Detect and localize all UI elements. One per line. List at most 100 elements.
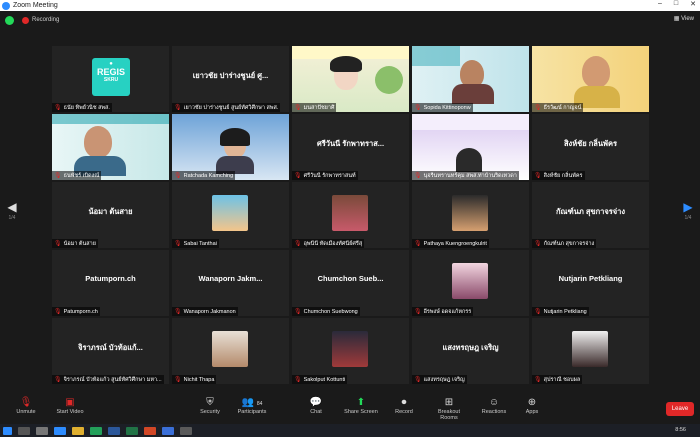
search-icon[interactable] (18, 426, 30, 435)
excel-icon[interactable] (126, 426, 138, 435)
participant-name: นุจรีนทรานทร์คุม สพส.ท่าบ้านริดเทวดา (423, 172, 517, 179)
participant-name: ธนัย ทิพย์วนิช สพส. (63, 104, 110, 111)
participant-name-label: 🎙 ธนพัชร์ เบิดงณ์ (52, 171, 102, 180)
windows-taskbar: 8:56 (0, 424, 700, 437)
zoom-taskbar-icon[interactable] (162, 426, 174, 435)
logo-subtext: SKRU (103, 77, 119, 83)
participant-name: ธีรวัฒน์ กาญจน์ (543, 104, 582, 111)
participant-tile[interactable]: 🎙 Sakolput Kottunti (292, 318, 409, 384)
chrome-icon[interactable] (90, 426, 102, 435)
view-button[interactable]: ▦ View (674, 15, 694, 22)
muted-mic-icon: 🎙 (534, 173, 542, 179)
participant-name: Nutjarin Petkliang (543, 308, 587, 315)
participant-display-name: เยาวชัย ปาร่างชูนย์ ศู... (192, 71, 269, 80)
zoom-logo-icon (2, 1, 10, 10)
participant-display-name: Chumchon Sueb... (317, 274, 384, 283)
window-titlebar: Zoom Meeting – □ ✕ (0, 0, 700, 11)
participant-name: Chumchon Suebwong (303, 308, 358, 315)
breakout-rooms-icon: ⊞ (444, 397, 454, 408)
participants-icon: 👥 84 (241, 397, 263, 408)
participant-tile[interactable]: 🎙 Nichit Thapa (172, 318, 289, 384)
participants-count: 84 (256, 401, 263, 407)
participant-name: Sakolput Kottunti (303, 376, 346, 383)
security-shield-icon[interactable] (5, 15, 14, 25)
participant-name: Nichit Thapa (183, 376, 215, 383)
participant-tile[interactable]: 🎙 Pathaya Kuengroengkulrit (412, 182, 529, 248)
participant-name: ศรีวันนี รักพาทราสนท์ (303, 172, 356, 179)
muted-mic-icon: 🎙 (294, 309, 302, 315)
microphone-muted-icon: 🎙 (19, 397, 33, 408)
apps-icon: ⊕ (527, 397, 537, 408)
breakout-rooms-button[interactable]: ⊞ Breakout Rooms (429, 396, 469, 421)
participant-tile[interactable]: 🎙 Ratchada Kamching (172, 114, 289, 180)
leave-button[interactable]: Leave (666, 402, 694, 416)
security-button[interactable]: ⛨ Security (190, 396, 230, 415)
participant-name-label: 🎙 ธีรวัฒน์ กาญจน์ (532, 103, 584, 112)
start-video-button[interactable]: ▣ Start Video (50, 396, 90, 415)
participant-name-label: 🎙 Pathaya Kuengroengkulrit (412, 239, 489, 248)
muted-mic-icon: 🎙 (534, 309, 542, 315)
participant-name-label: 🎙 จิราภรณ์ บัวท้อแก้ว สูนย์ทัศวิศึกษา มหา… (52, 375, 164, 384)
window-title: Zoom Meeting (13, 2, 58, 9)
participant-tile[interactable]: สิงห์ชัย กลิ่นพัคร 🎙 สิงห์ชัย กลิ่นพัคร (532, 114, 649, 180)
edge-icon[interactable] (54, 426, 66, 435)
participant-tile[interactable]: 🎙 ธีรวัฒน์ กาญจน์ (532, 46, 649, 112)
participant-name-label: 🎙 สิงห์ชัย กลิ่นพัคร (532, 171, 585, 180)
previous-page-button[interactable]: ◀ 1/4 (4, 200, 20, 221)
participant-display-name: Patumporn.ch (85, 274, 136, 283)
powerpoint-icon[interactable] (144, 426, 156, 435)
participant-tile[interactable]: Chumchon Sueb... 🎙 Chumchon Suebwong (292, 250, 409, 316)
file-explorer-icon[interactable] (72, 426, 84, 435)
participant-tile[interactable]: 🎙 อุพนีนี ทัดเมืองทัศนีย์ศรีสุ (292, 182, 409, 248)
participant-tile[interactable]: 🎙 มนสาปัชยาศิ (292, 46, 409, 112)
participant-tile[interactable]: Nutjarin Petkliang 🎙 Nutjarin Petkliang (532, 250, 649, 316)
participant-tile[interactable]: Wanaporn Jakm... 🎙 Wanaporn Jakmanon (172, 250, 289, 316)
close-button[interactable]: ✕ (690, 0, 696, 8)
muted-mic-icon: 🎙 (534, 105, 542, 111)
apps-button[interactable]: ⊕ Apps (512, 396, 552, 415)
participant-avatar (452, 263, 488, 299)
participant-name-label: 🎙 อีรพงษ์ อดจแก้หกรร (412, 307, 474, 316)
muted-mic-icon: 🎙 (414, 309, 422, 315)
participant-name-label: 🎙 Nutjarin Petkliang (532, 307, 589, 316)
toolbar-label: Unmute (16, 409, 36, 415)
recording-label: Recording (32, 17, 60, 23)
participant-tile[interactable]: น้อมา ต้นสาย 🎙 น้อมา ต้นสาย (52, 182, 169, 248)
participant-tile[interactable]: แสงทรฤษฎ เจริญ 🎙 แสงทรฤษฎ เจริญ (412, 318, 529, 384)
participant-tile[interactable]: 🎙 สุปราณี ชอบผล (532, 318, 649, 384)
participant-tile[interactable]: 🎙 ธนพัชร์ เบิดงณ์ (52, 114, 169, 180)
muted-mic-icon: 🎙 (174, 241, 182, 247)
participant-name: Patumporn.ch (63, 308, 98, 315)
taskbar-clock: 8:56 (675, 427, 686, 433)
participant-tile[interactable]: ● REGIS SKRU 🎙 ธนัย ทิพย์วนิช สพส. (52, 46, 169, 112)
chat-button[interactable]: 💬 Chat (296, 396, 336, 415)
participant-tile[interactable]: เยาวชัย ปาร่างชูนย์ ศู... 🎙 เยาวชัย ปาร่าง… (172, 46, 289, 112)
unmute-button[interactable]: 🎙 Unmute (6, 396, 46, 415)
next-page-button[interactable]: ▶ 1/4 (680, 200, 696, 221)
participant-name-label: 🎙 อุพนีนี ทัดเมืองทัศนีย์ศรีสุ (292, 239, 365, 248)
participant-name-label: 🎙 น้อมา ต้นสาย (52, 239, 98, 248)
participant-tile[interactable]: 🎙 อีรพงษ์ อดจแก้หกรร (412, 250, 529, 316)
participant-tile[interactable]: 🎙 Sopida Kittinoponw (412, 46, 529, 112)
participant-name: สุปราณี ชอบผล (543, 376, 581, 383)
view-label: View (681, 16, 694, 22)
participant-tile[interactable]: Patumporn.ch 🎙 Patumporn.ch (52, 250, 169, 316)
task-view-icon[interactable] (36, 426, 48, 435)
participant-tile[interactable]: 🎙 นุจรีนทรานทร์คุม สพส.ท่าบ้านริดเทวดา (412, 114, 529, 180)
word-icon[interactable] (108, 426, 120, 435)
toolbar-label: Record (395, 409, 413, 415)
minimize-button[interactable]: – (658, 0, 662, 8)
participant-tile[interactable]: ศรีวันนี รักพาทราส... 🎙 ศรีวันนี รักพาทราส… (292, 114, 409, 180)
participant-name: มนสาปัชยาศิ (303, 104, 335, 111)
participant-tile[interactable]: จิราภรณ์ บัวท้อแก้... 🎙 จิราภรณ์ บัวท้อแก้… (52, 318, 169, 384)
share-screen-button[interactable]: ⬆ Share Screen (341, 396, 381, 415)
participant-tile[interactable]: กัณฑ์นภ สุขกาจรจ่าง 🎙 กัณฑ์นภ สุขกาจรจ่าง (532, 182, 649, 248)
start-icon[interactable] (3, 426, 12, 435)
reactions-button[interactable]: ☺ Reactions (474, 396, 514, 415)
maximize-button[interactable]: □ (674, 0, 678, 8)
participants-button[interactable]: 👥 84 Participants (232, 396, 272, 415)
participant-tile[interactable]: 🎙 Sabai Tanthai (172, 182, 289, 248)
record-button[interactable]: ⏺ Record (384, 396, 424, 415)
app-icon[interactable] (180, 426, 192, 435)
gallery-grid: ● REGIS SKRU 🎙 ธนัย ทิพย์วนิช สพส. เยาวชัย ปา… (52, 46, 650, 386)
